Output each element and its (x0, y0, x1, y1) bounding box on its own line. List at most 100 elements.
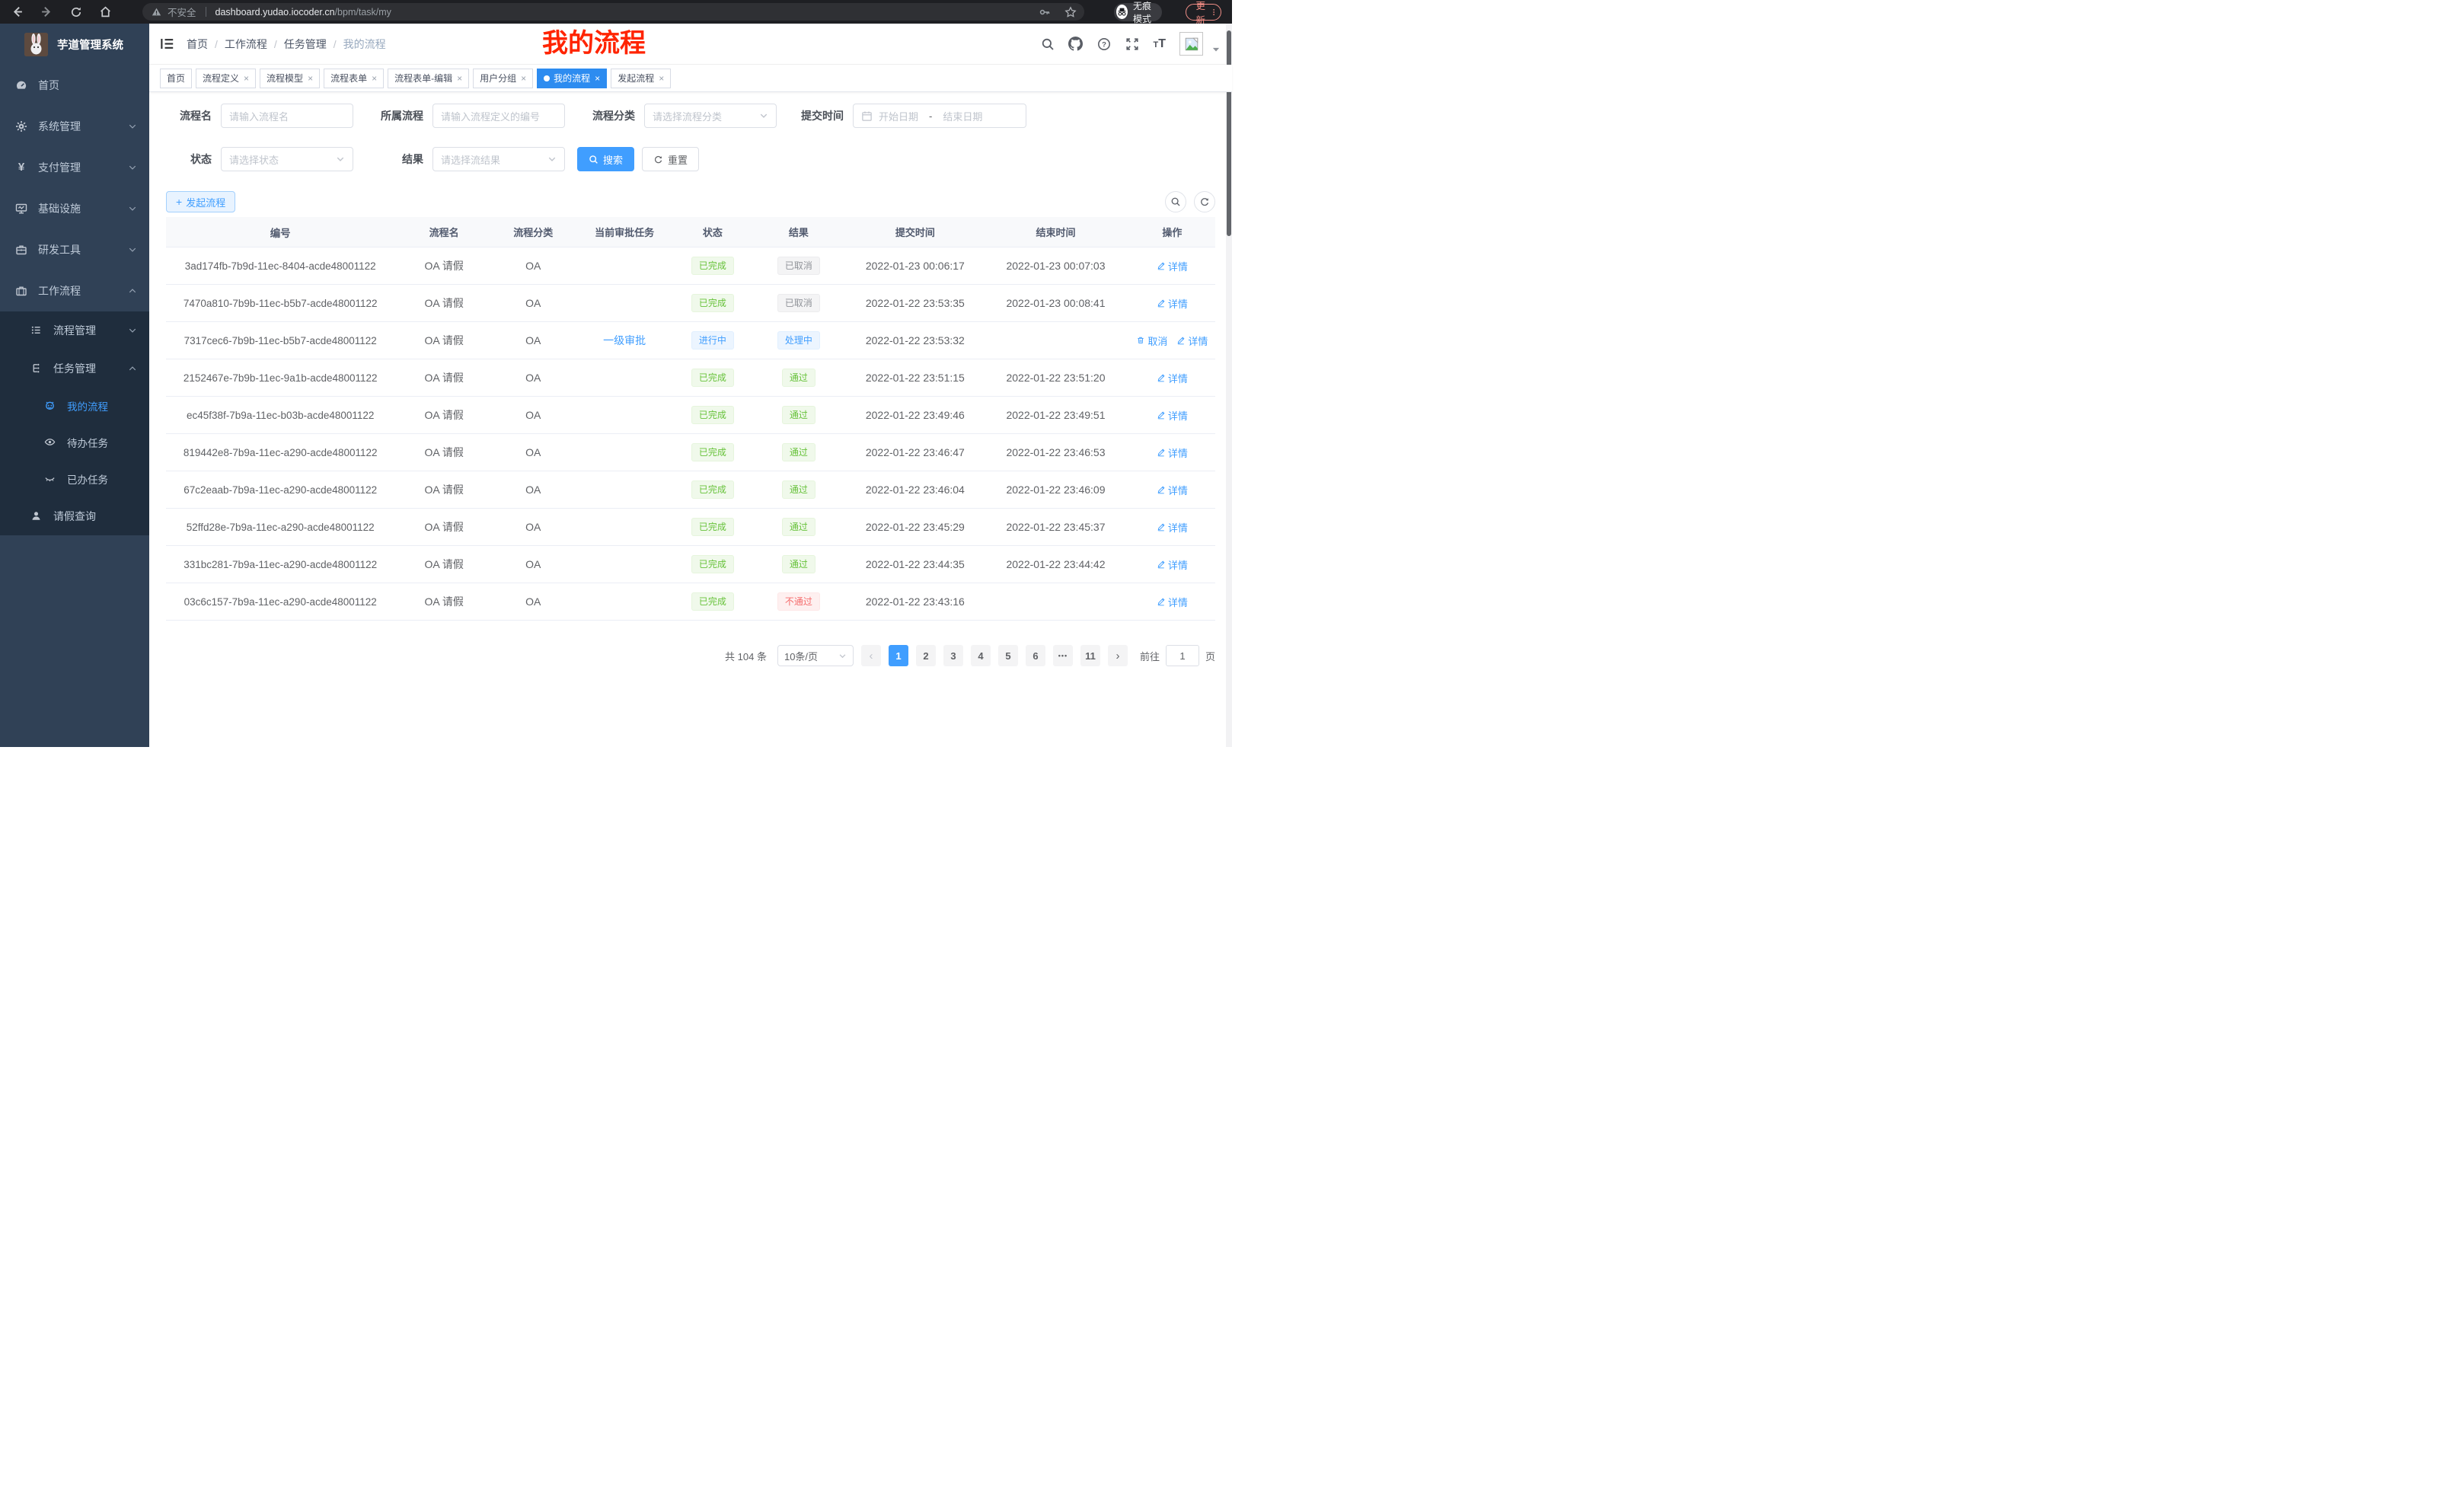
forward-icon[interactable] (40, 5, 53, 18)
process-definition-input[interactable]: 请输入流程定义的编号 (432, 104, 565, 128)
update-button[interactable]: 更新 (1186, 4, 1221, 21)
chrome-menu-icon[interactable] (1213, 7, 1214, 18)
cancel-link[interactable]: 取消 (1136, 334, 1167, 348)
current-task-link[interactable]: 一级审批 (603, 334, 646, 346)
close-icon[interactable]: × (659, 73, 664, 84)
page-button-6[interactable]: 6 (1026, 645, 1045, 666)
breadcrumb-task-mgmt[interactable]: 任务管理 (284, 37, 327, 52)
search-button[interactable]: 搜索 (577, 147, 634, 171)
home-icon[interactable] (99, 5, 112, 18)
page-ellipsis[interactable]: ••• (1053, 645, 1073, 666)
table-row: 331bc281-7b9a-11ec-a290-acde48001122 OA … (166, 546, 1215, 583)
breadcrumb-home[interactable]: 首页 (187, 37, 208, 52)
tab-process-definition[interactable]: 流程定义× (196, 69, 256, 88)
detail-link[interactable]: 详情 (1157, 408, 1188, 423)
page-button-1[interactable]: 1 (889, 645, 908, 666)
page-button-4[interactable]: 4 (971, 645, 991, 666)
sidebar-item-home[interactable]: 首页 (0, 65, 149, 106)
avatar-caret-icon[interactable] (1212, 46, 1220, 53)
detail-link[interactable]: 详情 (1157, 595, 1188, 609)
sidebar-item-task-mgmt[interactable]: 任务管理 (0, 350, 149, 388)
close-icon[interactable]: × (595, 73, 600, 84)
date-range-picker[interactable]: 开始日期 - 结束日期 (853, 104, 1026, 128)
next-page-button[interactable]: › (1108, 645, 1128, 666)
tab-process-form-edit[interactable]: 流程表单-编辑× (388, 69, 469, 88)
help-icon[interactable]: ? (1096, 37, 1111, 51)
close-icon[interactable]: × (457, 73, 462, 84)
page-button-11[interactable]: 11 (1080, 645, 1100, 666)
sidebar-item-todo-tasks[interactable]: 待办任务 (0, 424, 149, 461)
tab-my-process[interactable]: 我的流程× (537, 69, 607, 88)
goto-page-input[interactable]: 1 (1166, 645, 1199, 666)
bookmark-star-icon[interactable] (1064, 6, 1077, 18)
sidebar-item-done-tasks[interactable]: 已办任务 (0, 461, 149, 497)
result-select[interactable]: 请选择流结果 (432, 147, 565, 171)
process-name-input[interactable]: 请输入流程名 (221, 104, 353, 128)
reload-icon[interactable] (70, 5, 82, 18)
status-badge: 已完成 (691, 406, 734, 424)
chevron-down-icon (547, 155, 557, 164)
prev-page-button[interactable]: ‹ (861, 645, 881, 666)
category-select[interactable]: 请选择流程分类 (644, 104, 777, 128)
close-icon[interactable]: × (521, 73, 526, 84)
cell-id: 03c6c157-7b9a-11ec-a290-acde48001122 (166, 596, 394, 608)
page-button-2[interactable]: 2 (916, 645, 936, 666)
page-button-5[interactable]: 5 (998, 645, 1018, 666)
cell-end-time: 2022-01-23 00:07:03 (982, 260, 1129, 272)
search-icon[interactable] (1040, 37, 1055, 51)
sidebar-item-payment[interactable]: ¥ 支付管理 (0, 147, 149, 188)
sidebar-item-leave-query[interactable]: 请假查询 (0, 497, 149, 535)
chevron-down-icon (128, 326, 137, 335)
result-badge: 通过 (782, 406, 815, 424)
detail-link[interactable]: 详情 (1157, 557, 1188, 572)
app-logo-row[interactable]: 芋道管理系统 (0, 24, 149, 65)
back-icon[interactable] (11, 5, 24, 18)
avatar[interactable] (1179, 32, 1203, 56)
tab-process-model[interactable]: 流程模型× (260, 69, 320, 88)
cell-name: OA 请假 (394, 295, 493, 311)
sidebar-item-system[interactable]: 系统管理 (0, 106, 149, 147)
detail-label: 详情 (1168, 445, 1188, 460)
scrollbar-thumb[interactable] (1227, 30, 1231, 236)
page-button-3[interactable]: 3 (943, 645, 963, 666)
refresh-icon (1199, 196, 1210, 207)
sidebar-item-devtools[interactable]: 研发工具 (0, 229, 149, 270)
result-badge: 通过 (782, 369, 815, 387)
reset-button[interactable]: 重置 (642, 147, 699, 171)
status-select[interactable]: 请选择状态 (221, 147, 353, 171)
page-scrollbar[interactable] (1226, 24, 1232, 747)
font-size-icon[interactable]: TT (1153, 37, 1166, 51)
col-submit-time: 提交时间 (848, 225, 982, 239)
tab-start-process[interactable]: 发起流程× (611, 69, 671, 88)
sidebar-item-process-mgmt[interactable]: 流程管理 (0, 311, 149, 350)
table-refresh-button[interactable] (1194, 191, 1215, 212)
detail-link[interactable]: 详情 (1157, 520, 1188, 535)
breadcrumb-workflow[interactable]: 工作流程 (225, 37, 267, 52)
close-icon[interactable]: × (244, 73, 249, 84)
tab-home[interactable]: 首页 (160, 69, 192, 88)
url-bar[interactable]: 不安全 dashboard.yudao.iocoder.cn/bpm/task/… (142, 3, 1084, 21)
github-icon[interactable] (1068, 37, 1083, 51)
key-icon[interactable] (1039, 6, 1051, 18)
close-icon[interactable]: × (308, 73, 313, 84)
detail-link[interactable]: 详情 (1157, 483, 1188, 497)
detail-link[interactable]: 详情 (1157, 259, 1188, 273)
detail-link[interactable]: 详情 (1176, 334, 1208, 348)
fullscreen-icon[interactable] (1125, 37, 1139, 51)
sidebar-item-workflow[interactable]: 工作流程 (0, 270, 149, 311)
tab-user-group[interactable]: 用户分组× (473, 69, 533, 88)
create-process-button[interactable]: + 发起流程 (166, 191, 235, 212)
cell-submit-time: 2022-01-22 23:45:29 (848, 521, 982, 533)
tab-process-form[interactable]: 流程表单× (324, 69, 384, 88)
trash-icon (1136, 336, 1145, 345)
detail-link[interactable]: 详情 (1157, 296, 1188, 311)
detail-link[interactable]: 详情 (1157, 445, 1188, 460)
sidebar-item-infra[interactable]: 基础设施 (0, 188, 149, 229)
sidebar-item-label: 我的流程 (67, 398, 108, 413)
detail-link[interactable]: 详情 (1157, 371, 1188, 385)
page-size-select[interactable]: 10条/页 (777, 645, 854, 666)
sidebar-toggle-icon[interactable] (160, 37, 174, 51)
sidebar-item-my-process[interactable]: 我的流程 (0, 388, 149, 424)
close-icon[interactable]: × (372, 73, 377, 84)
table-search-toggle-button[interactable] (1165, 191, 1186, 212)
